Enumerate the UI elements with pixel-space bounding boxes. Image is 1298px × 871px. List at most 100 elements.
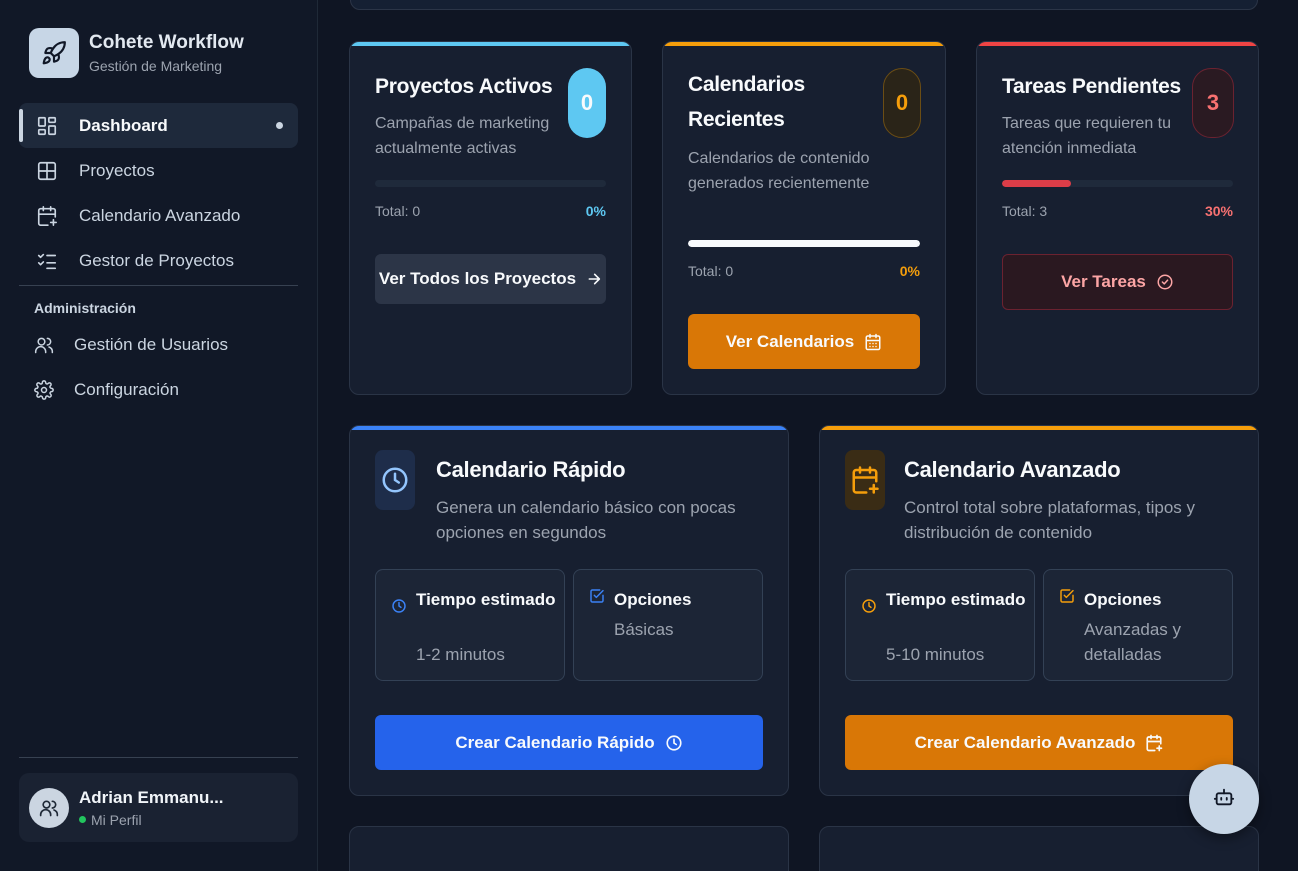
card-accent-bar	[977, 42, 1258, 46]
sidebar-item-proyectos[interactable]: Proyectos	[19, 148, 298, 193]
info-value: 5-10 minutos	[886, 645, 985, 664]
admin-section-heading: Administración	[34, 300, 136, 316]
sidebar-item-dashboard[interactable]: Dashboard	[19, 103, 298, 148]
profile-status[interactable]: Mi Perfil	[79, 812, 224, 828]
checkbox-icon	[1059, 588, 1075, 609]
button-label: Crear Calendario Rápido	[455, 732, 655, 752]
stat-card-title: Proyectos Activos	[375, 75, 553, 98]
options-box: Opciones Básicas	[573, 569, 763, 681]
sidebar-footer-divider	[19, 757, 298, 758]
rocket-icon	[29, 28, 79, 78]
sidebar: Cohete Workflow Gestión de Marketing Das…	[0, 0, 318, 871]
feature-description: Control total sobre plataformas, tipos y…	[904, 498, 1196, 542]
feature-description: Genera un calendario básico con pocas op…	[436, 498, 736, 542]
card-accent-bar	[820, 426, 1258, 430]
header-card-partial	[350, 0, 1258, 10]
progress-total: Total: 3	[1002, 203, 1048, 219]
nav-divider	[19, 285, 298, 286]
sidebar-item-gestion-de-usuarios[interactable]: Gestión de Usuarios	[19, 322, 298, 367]
info-label: Tiempo estimado	[416, 590, 556, 609]
progress-total: Total: 0	[375, 203, 421, 219]
info-value: 1-2 minutos	[416, 645, 505, 664]
stat-card-title: Calendarios Recientes	[688, 73, 805, 131]
stat-card-description: Calendarios de contenido generados recie…	[688, 150, 870, 192]
progress-percent: 0%	[585, 203, 606, 219]
progress-bar	[375, 180, 606, 187]
checklist-icon	[35, 249, 59, 273]
arrow-right-icon	[586, 271, 602, 287]
brand-subtitle: Gestión de Marketing	[89, 58, 223, 74]
sidebar-item-configuracion[interactable]: Configuración	[19, 367, 298, 412]
progress-bar	[1002, 180, 1233, 187]
progress-percent: 0%	[899, 263, 920, 279]
gear-icon	[34, 378, 54, 402]
view-tasks-button[interactable]: Ver Tareas	[1002, 254, 1233, 310]
progress-bar	[688, 240, 920, 247]
brand-title: Cohete Workflow	[89, 32, 244, 53]
stat-card-projects: Proyectos Activos 0 Campañas de marketin…	[349, 41, 632, 395]
count-badge: 0	[568, 68, 606, 138]
sidebar-item-label: Gestor de Proyectos	[79, 250, 234, 270]
sidebar-item-label: Gestión de Usuarios	[74, 334, 229, 354]
brand[interactable]: Cohete Workflow Gestión de Marketing	[29, 28, 244, 78]
assistant-bot-button[interactable]	[1189, 764, 1259, 834]
calendar-plus-icon	[35, 204, 59, 228]
avatar	[29, 787, 69, 828]
count-badge: 0	[883, 68, 921, 138]
sidebar-item-calendario-avanzado[interactable]: Calendario Avanzado	[19, 193, 298, 238]
calendar-icon	[864, 333, 882, 351]
sidebar-item-label: Configuración	[74, 379, 179, 399]
clock-icon	[861, 598, 877, 619]
calendar-plus-icon	[1145, 734, 1163, 752]
advanced-calendar-card: Calendario Avanzado Control total sobre …	[819, 425, 1259, 796]
info-label: Opciones	[1084, 590, 1162, 609]
card-accent-bar	[350, 426, 788, 430]
card-accent-bar	[350, 42, 631, 46]
sidebar-item-label: Proyectos	[79, 160, 155, 180]
view-calendars-button[interactable]: Ver Calendarios	[688, 314, 920, 369]
bot-icon	[1213, 786, 1235, 813]
progress-percent: 30%	[1204, 203, 1233, 219]
clock-icon	[391, 598, 407, 619]
clock-icon	[665, 734, 683, 752]
profile-card[interactable]: Adrian Emmanu... Mi Perfil	[19, 773, 298, 842]
stat-card-title: Tareas Pendientes	[1002, 75, 1181, 98]
sidebar-item-label: Calendario Avanzado	[79, 205, 241, 225]
options-box: Opciones Avanzadas y detalladas	[1043, 569, 1233, 681]
feature-title: Calendario Rápido	[436, 457, 626, 482]
quick-calendar-card: Calendario Rápido Genera un calendario b…	[349, 425, 789, 796]
stat-card-description: Tareas que requieren tu atención inmedia…	[1002, 115, 1171, 157]
view-all-projects-button[interactable]: Ver Todos los Proyectos	[375, 254, 606, 304]
profile-name: Adrian Emmanu...	[79, 787, 224, 807]
create-advanced-calendar-button[interactable]: Crear Calendario Avanzado	[845, 715, 1233, 770]
stat-card-description: Campañas de marketing actualmente activa…	[375, 115, 550, 157]
button-label: Ver Calendarios	[725, 331, 855, 351]
info-label: Opciones	[614, 590, 692, 609]
users-icon	[34, 333, 54, 357]
progress-total: Total: 0	[688, 263, 734, 279]
check-circle-icon	[1156, 273, 1174, 291]
button-label: Crear Calendario Avanzado	[914, 732, 1136, 752]
stat-card-calendars: Calendarios Recientes 0 Calendarios de c…	[662, 41, 946, 395]
button-label: Ver Tareas	[1061, 272, 1146, 291]
checkbox-icon	[589, 588, 605, 609]
online-status-dot	[79, 816, 86, 823]
estimated-time-box: Tiempo estimado 5-10 minutos	[845, 569, 1035, 681]
feature-title: Calendario Avanzado	[904, 457, 1121, 482]
button-label: Ver Todos los Proyectos	[378, 269, 577, 288]
bottom-card-right-partial	[819, 826, 1259, 871]
bottom-card-left-partial	[349, 826, 789, 871]
estimated-time-box: Tiempo estimado 1-2 minutos	[375, 569, 565, 681]
calendar-plus-icon	[845, 450, 885, 510]
active-indicator	[276, 122, 283, 129]
create-quick-calendar-button[interactable]: Crear Calendario Rápido	[375, 715, 763, 770]
grid-icon	[35, 159, 59, 183]
info-value: Básicas	[614, 620, 674, 639]
profile-link[interactable]: Mi Perfil	[91, 812, 142, 828]
clock-icon	[375, 450, 415, 510]
card-accent-bar	[663, 42, 945, 46]
info-label: Tiempo estimado	[886, 590, 1026, 609]
sidebar-nav: Dashboard Proyectos Calendario Avanzado	[19, 103, 298, 412]
sidebar-item-gestor-de-proyectos[interactable]: Gestor de Proyectos	[19, 238, 298, 283]
info-value: Avanzadas y detalladas	[1084, 620, 1182, 664]
